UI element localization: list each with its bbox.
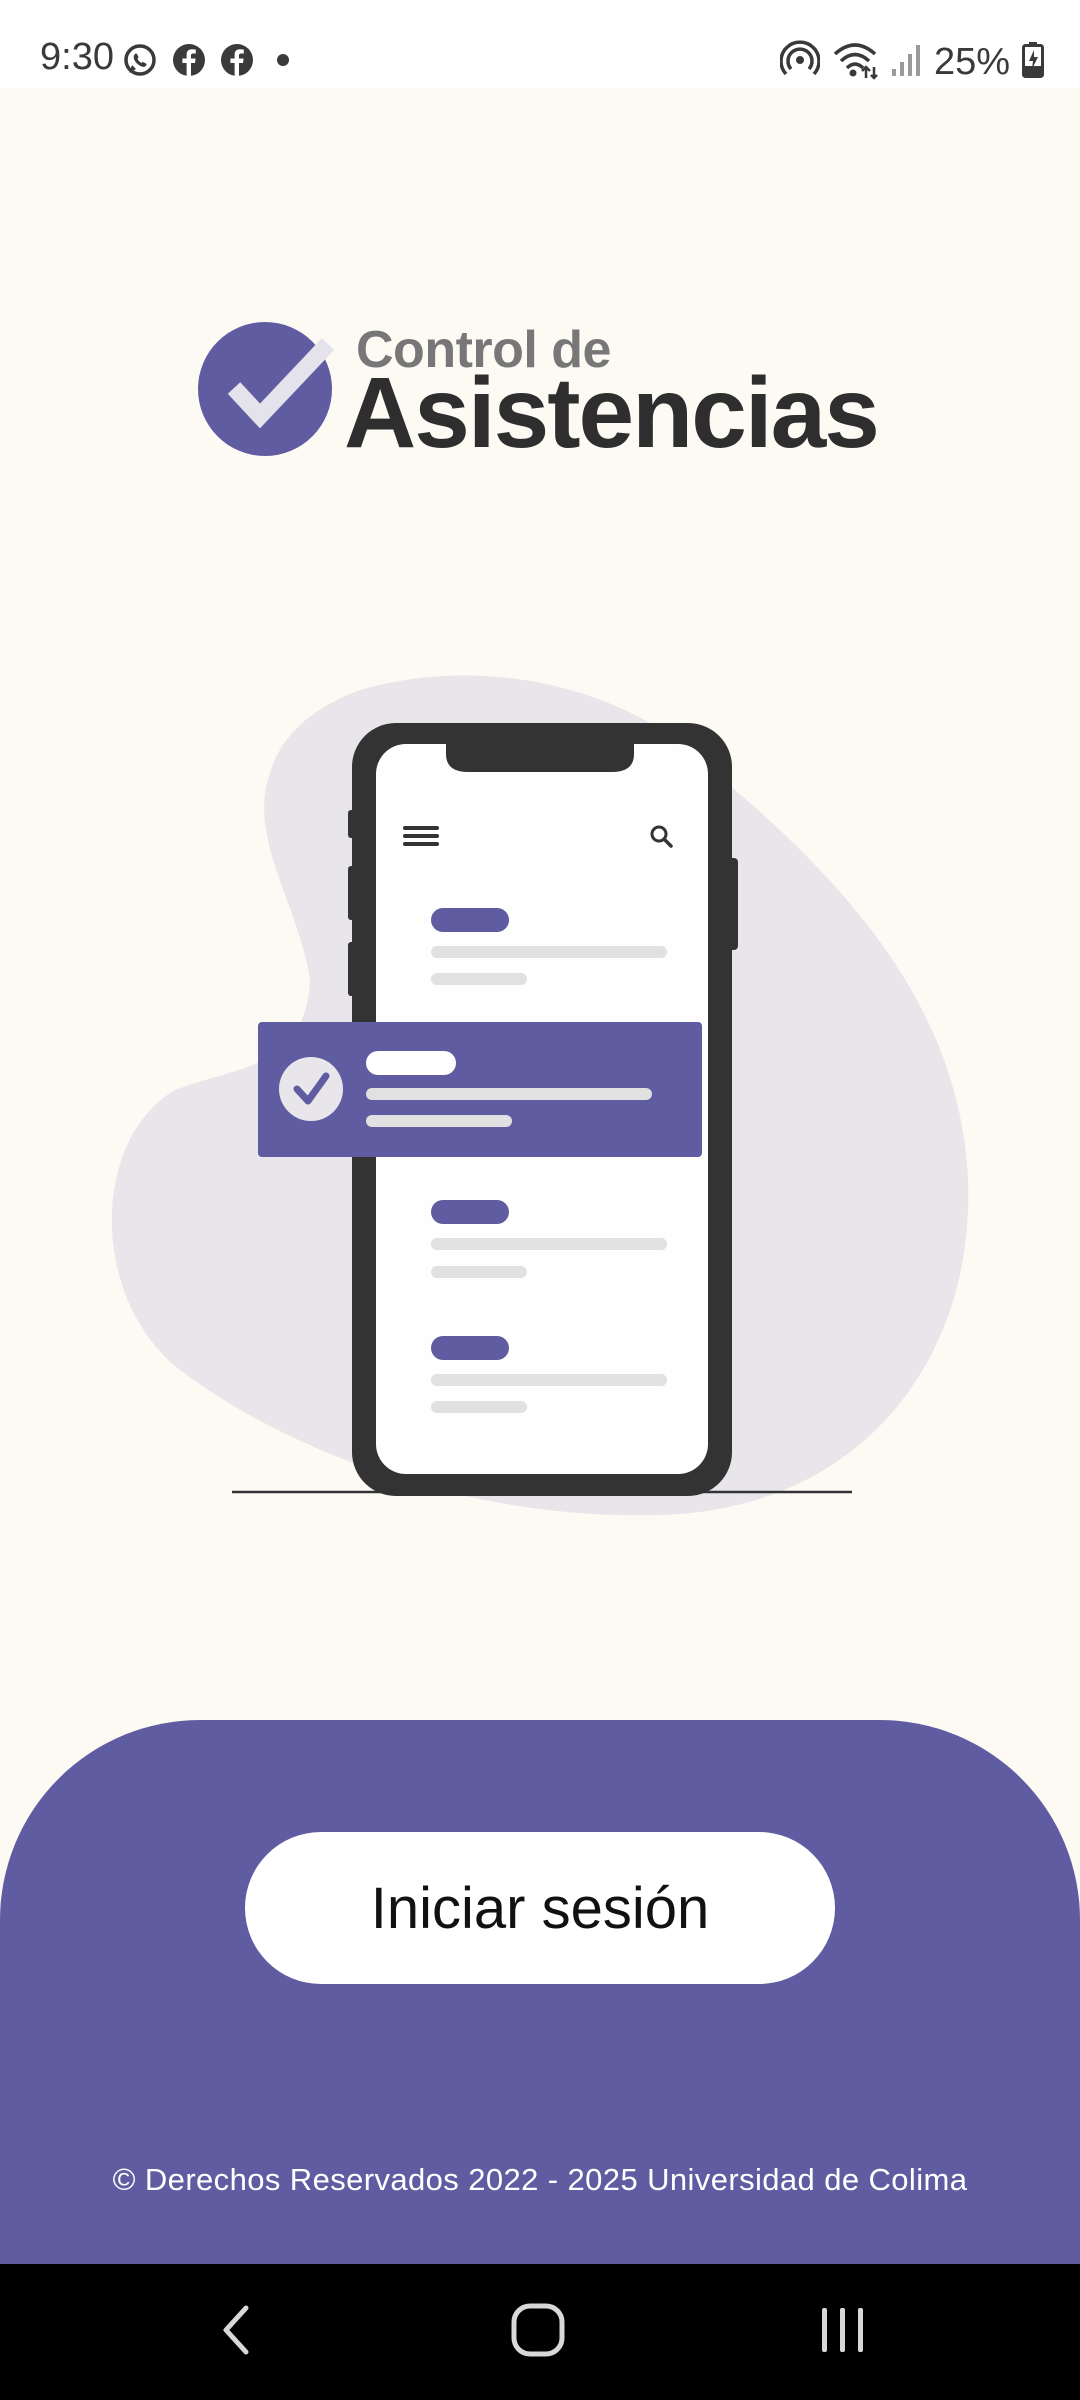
signal-icon (890, 43, 922, 82)
login-button[interactable]: Iniciar sesión (245, 1832, 835, 1984)
hotspot-icon (779, 40, 821, 85)
logo-check-icon (198, 322, 335, 456)
system-icons: 25% (779, 40, 1044, 85)
facebook-icon (172, 43, 206, 82)
copyright-text: © Derechos Reservados 2022 - 2025 Univer… (112, 2162, 968, 2197)
app-logo: Control de Asistencias (198, 320, 898, 469)
battery-icon (1022, 42, 1044, 83)
notification-icons (122, 42, 298, 83)
navigation-bar (0, 2264, 1080, 2400)
status-bar: 9:30 25% (0, 0, 1080, 88)
home-icon (510, 2302, 566, 2363)
splash-screen: 9:30 25% Control de Asistencias Iniciar … (0, 0, 1080, 2400)
status-time: 9:30 (40, 36, 114, 78)
home-button[interactable] (478, 2292, 598, 2372)
back-button[interactable] (176, 2292, 296, 2372)
menu-icon (403, 826, 439, 830)
phone-illustration (0, 660, 1080, 1560)
recents-icon (816, 2304, 868, 2361)
back-icon (216, 2302, 256, 2363)
whatsapp-icon (122, 42, 158, 83)
logo-title: Asistencias (344, 357, 880, 469)
dot-icon (268, 45, 298, 80)
recents-button[interactable] (782, 2292, 902, 2372)
bottom-panel: Iniciar sesión © Derechos Reservados 202… (0, 1720, 1080, 2264)
battery-percentage: 25% (933, 41, 1010, 83)
wifi-icon (832, 40, 878, 85)
facebook-icon (220, 43, 254, 82)
